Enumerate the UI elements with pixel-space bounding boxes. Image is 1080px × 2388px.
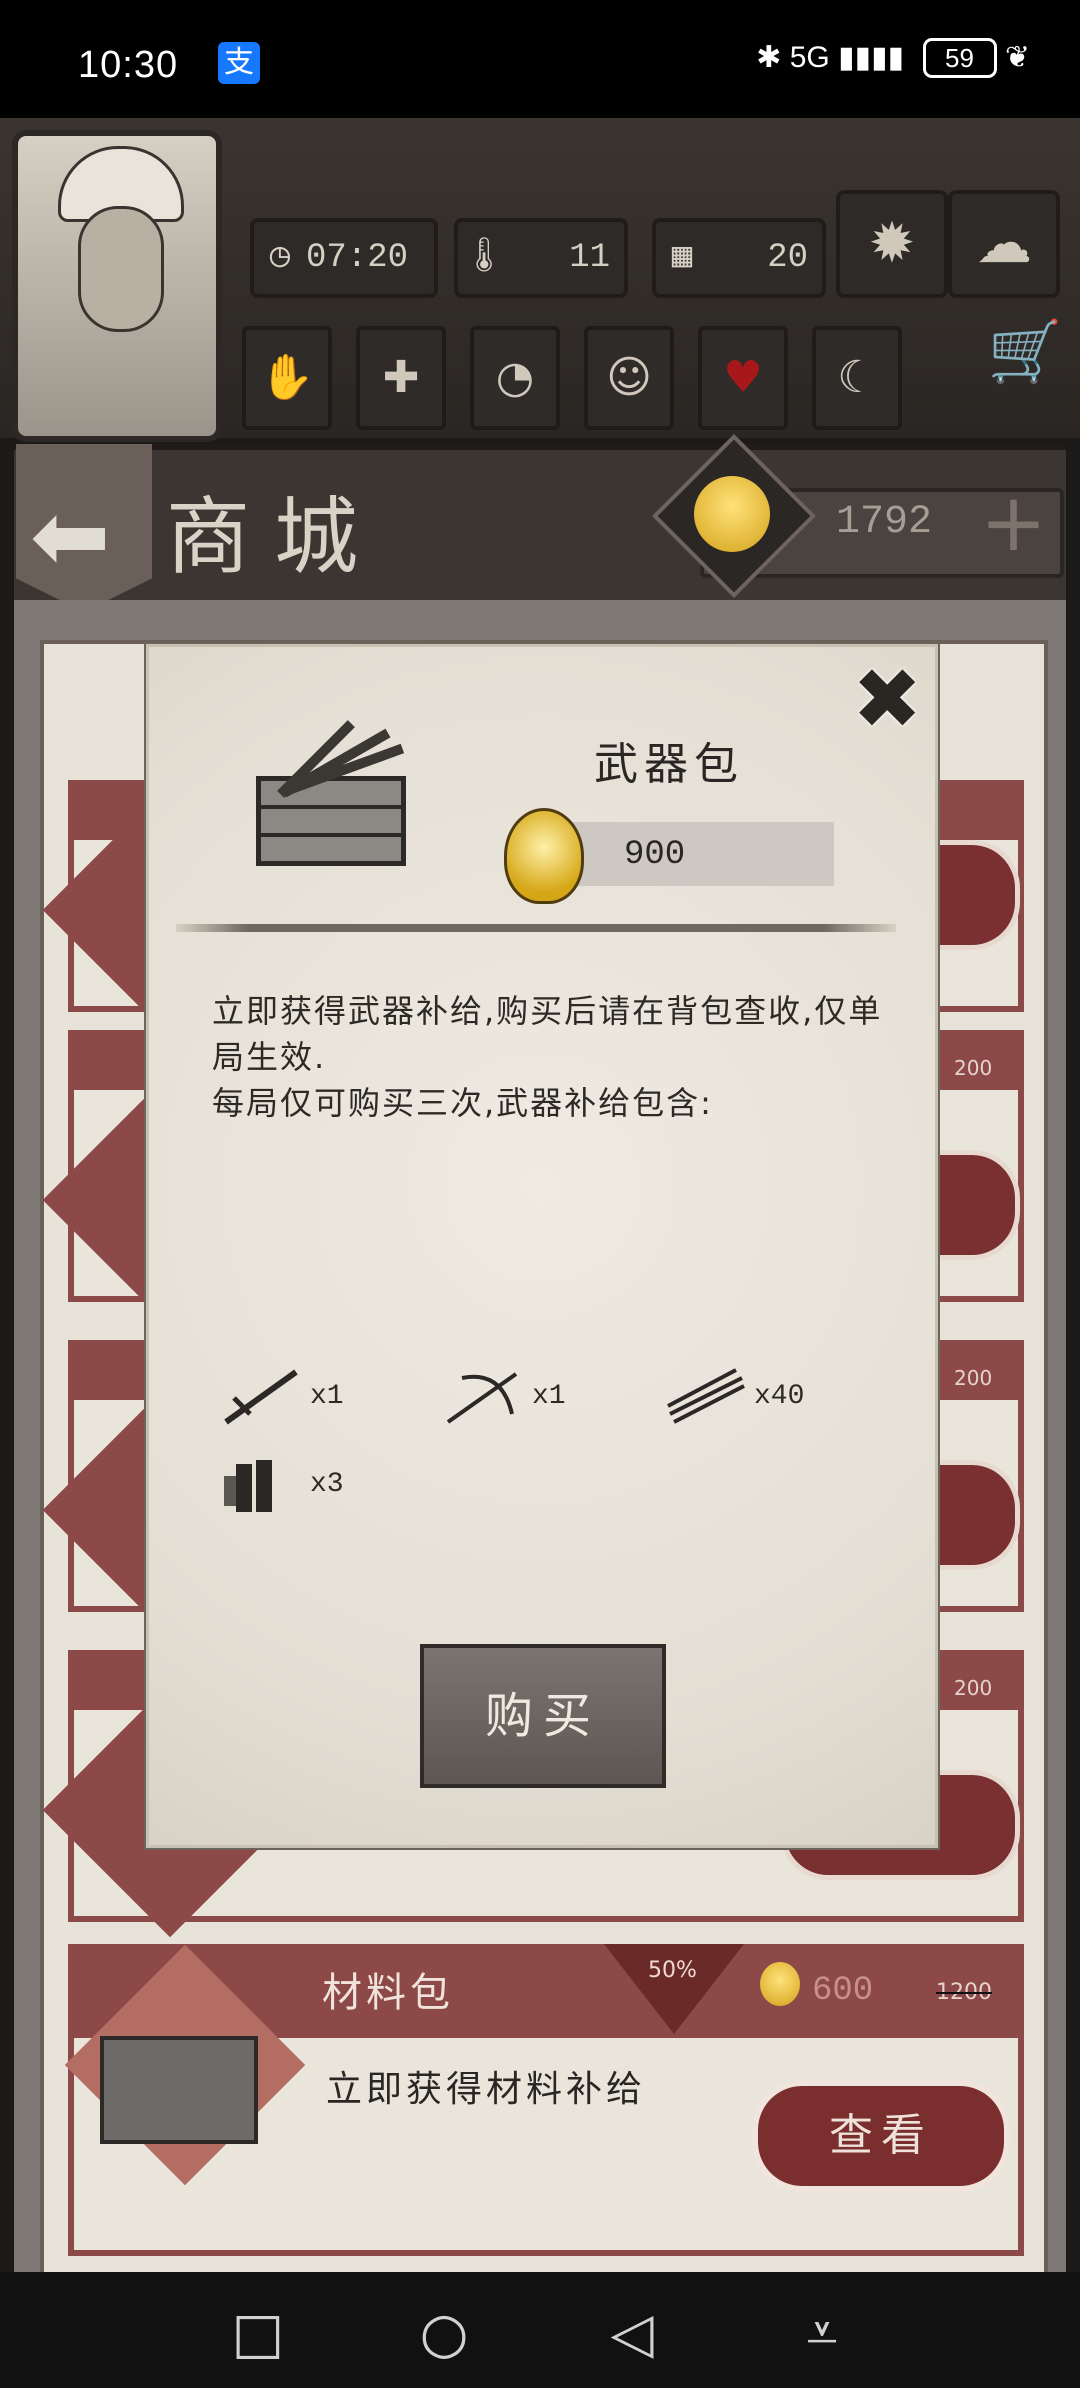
temperature-value: 11	[569, 239, 610, 277]
materials-crate-icon	[100, 2036, 258, 2144]
modal-description: 立即获得武器补给,购买后请在背包查收,仅单局生效. 每局仅可购买三次,武器补给包…	[212, 992, 883, 1122]
signal-icon: ▮▮▮▮	[838, 41, 905, 74]
old-price: 200	[954, 1676, 993, 1700]
reward-item: x1	[220, 1364, 420, 1444]
view-button[interactable]: 查看	[752, 2080, 1010, 2192]
player-portrait[interactable]	[12, 130, 222, 442]
storm-icon[interactable]: ☁	[948, 190, 1060, 298]
divider	[176, 924, 896, 932]
currency-value: 1792	[836, 500, 933, 545]
head-icon[interactable]: ☺	[584, 326, 674, 430]
sword-icon	[220, 1364, 304, 1428]
add-currency-button[interactable]: +	[980, 476, 1047, 569]
back-nav-button[interactable]: ◁	[600, 2302, 664, 2366]
bluetooth-icon: ✱	[756, 41, 782, 74]
price-value: 900	[624, 836, 686, 874]
day-value: 20	[767, 239, 808, 277]
thermometer-icon: 🌡	[462, 239, 506, 277]
moon-icon[interactable]: ☾	[812, 326, 902, 430]
home-button[interactable]: ○	[412, 2302, 476, 2366]
reward-item: x3	[220, 1452, 420, 1532]
charging-leaf-icon: ❦	[1004, 41, 1030, 74]
modal-title: 武器包	[594, 739, 744, 790]
card-description: 立即获得材料补给	[326, 2069, 647, 2110]
day-stat: ▦ 20	[652, 218, 826, 298]
status-bar: 10:30 支 ✱ 5G ▮▮▮▮ 59 ❦	[0, 0, 1080, 118]
crossbow-icon	[442, 1364, 526, 1428]
card-price: 600	[812, 1972, 874, 2010]
calendar-icon: ▦	[671, 239, 693, 277]
alipay-icon: 支	[218, 42, 260, 84]
close-icon[interactable]: ✖	[852, 657, 922, 741]
discount-text: 50%	[648, 1958, 697, 1983]
system-nav-bar	[0, 2272, 1080, 2388]
arrows-icon	[664, 1364, 748, 1428]
heart-icon[interactable]: ♥	[698, 326, 788, 430]
back-arrow-icon: ⬅	[30, 480, 111, 592]
status-right: ✱ 5G ▮▮▮▮ 59 ❦	[756, 38, 1030, 78]
stomach-icon[interactable]: ◔	[470, 326, 560, 430]
hand-icon[interactable]: ✋	[242, 326, 332, 430]
weapon-crate-icon	[256, 718, 406, 866]
shell-currency-icon	[760, 1962, 800, 2006]
reward-item: x1	[442, 1364, 642, 1444]
price-bar	[550, 822, 834, 886]
clock-icon: ◷	[269, 239, 291, 277]
old-price: 200	[954, 1366, 993, 1390]
card-old-price: 1200	[936, 1980, 992, 2005]
temperature-stat: 🌡 11	[454, 218, 628, 298]
reward-item: x40	[664, 1364, 864, 1444]
reward-qty: x1	[532, 1380, 566, 1412]
battery-icon: 59	[922, 38, 997, 78]
cart-icon[interactable]: 🛒	[985, 312, 1065, 392]
signal-label: 5G	[789, 41, 830, 74]
reward-qty: x40	[754, 1380, 805, 1412]
reward-qty: x3	[310, 1468, 344, 1500]
recent-apps-button[interactable]: □	[226, 2302, 290, 2366]
status-time: 10:30	[78, 44, 179, 86]
chef-face-icon	[78, 206, 164, 332]
shell-currency-icon	[504, 808, 584, 904]
shop-title: 商城	[166, 488, 383, 586]
dynamite-icon	[220, 1452, 304, 1516]
plus-icon[interactable]: ✚	[356, 326, 446, 430]
buy-button[interactable]: 购买	[420, 1644, 666, 1788]
clock-stat: ◷ 07:20	[250, 218, 438, 298]
old-price: 200	[954, 1056, 993, 1080]
card-title: 材料包	[322, 1970, 454, 2016]
clock-value: 07:20	[306, 239, 409, 277]
menu-down-button[interactable]: ⩡	[790, 2302, 854, 2366]
shell-currency-icon	[694, 476, 770, 552]
leaf-icon[interactable]: ✹	[836, 190, 948, 298]
reward-qty: x1	[310, 1380, 344, 1412]
